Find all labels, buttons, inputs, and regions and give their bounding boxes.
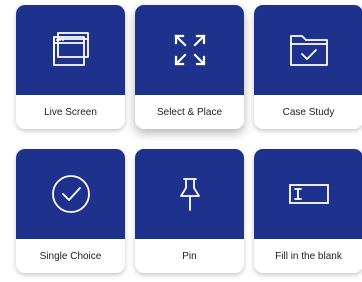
- card-select-and-place[interactable]: Select & Place: [135, 5, 244, 129]
- card-icon-area: [135, 5, 244, 95]
- browser-window-icon: [52, 32, 89, 66]
- card-icon-area: [254, 5, 362, 95]
- card-icon-area: [135, 149, 244, 239]
- card-pin[interactable]: Pin: [135, 149, 244, 273]
- circle-check-icon: [51, 175, 90, 213]
- card-label: Case Study: [282, 106, 335, 118]
- card-icon-area: [16, 5, 125, 95]
- card-label: Pin: [182, 250, 197, 262]
- card-icon-area: [254, 149, 362, 239]
- card-case-study[interactable]: Case Study: [254, 5, 362, 129]
- card-label: Select & Place: [156, 106, 223, 118]
- card-icon-area: [16, 149, 125, 239]
- card-live-screen[interactable]: Live Screen: [16, 5, 125, 129]
- card-label: Single Choice: [39, 250, 102, 262]
- text-field-icon: [288, 184, 329, 204]
- card-label: Fill in the blank: [275, 250, 342, 262]
- expand-arrows-icon: [173, 34, 206, 66]
- card-single-choice[interactable]: Single Choice: [16, 149, 125, 273]
- pushpin-icon: [179, 178, 200, 211]
- card-fill-in-the-blank[interactable]: Fill in the blank: [254, 149, 362, 273]
- folder-check-icon: [289, 35, 328, 66]
- card-label: Live Screen: [44, 106, 97, 118]
